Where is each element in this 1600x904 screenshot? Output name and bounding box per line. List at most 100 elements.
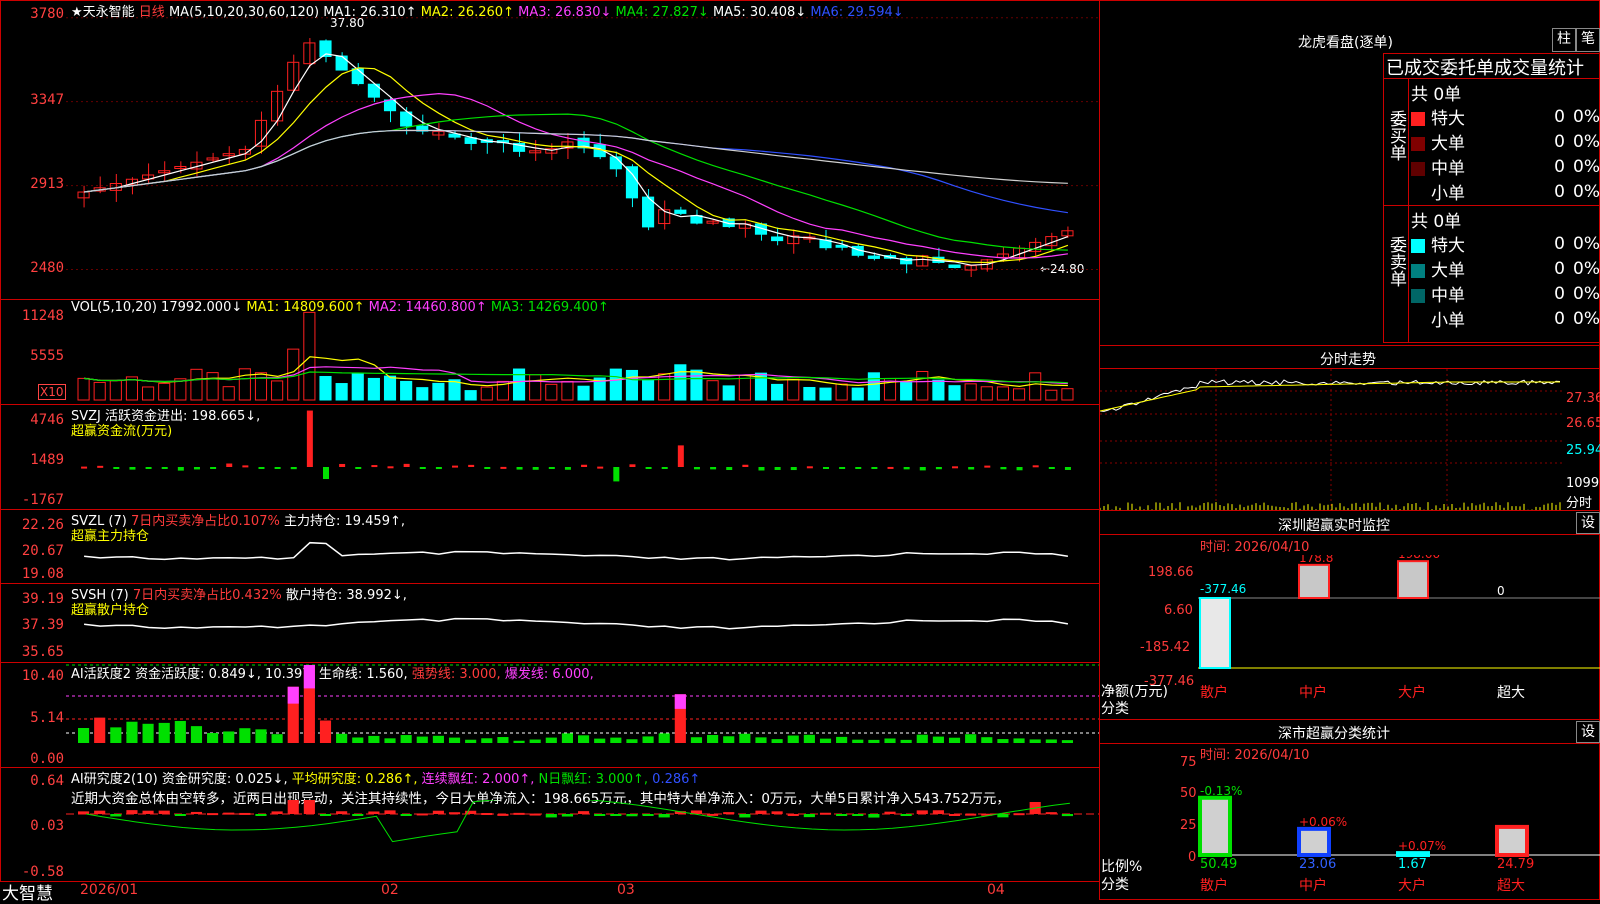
sz-monitor-chart[interactable]: -377.46 散户 178.8 中户 198.66 大户 0 超大 bbox=[1198, 555, 1600, 718]
sz-class-title: 深市超赢分类统计 bbox=[1278, 726, 1390, 742]
flow-bar bbox=[855, 467, 862, 469]
flow-bar bbox=[306, 410, 313, 467]
activity-bar bbox=[94, 717, 106, 743]
flow-bar bbox=[935, 467, 942, 470]
candle bbox=[771, 236, 784, 242]
volume-bar bbox=[545, 383, 558, 401]
research-bar bbox=[658, 814, 670, 818]
candle bbox=[674, 209, 687, 214]
flow-bar bbox=[484, 467, 491, 469]
research-bar bbox=[803, 814, 815, 818]
kline-chart[interactable] bbox=[66, 0, 1100, 300]
date-2: 03 bbox=[617, 882, 635, 898]
activity-bar bbox=[319, 720, 332, 743]
order-pct: 0% bbox=[1573, 181, 1600, 202]
sz-class-chart[interactable]: 50.49 -0.13% 散户 23.06 +0.06% 中户 1.67 +0.07% 大户 24… bbox=[1198, 762, 1600, 900]
average-line bbox=[1100, 381, 1560, 412]
order-name: 大单 bbox=[1431, 261, 1465, 281]
candle bbox=[948, 264, 961, 268]
flow-bar bbox=[984, 465, 991, 468]
flow-bar bbox=[952, 466, 959, 469]
ai-activity-chart[interactable] bbox=[66, 663, 1100, 768]
volume-bar bbox=[625, 369, 639, 401]
flow-bar bbox=[661, 467, 668, 469]
activity-bar bbox=[545, 737, 557, 743]
ai-research-info: AI研究度2(10) 资金研究度: 0.025↓, 平均研究度: 0.286↑,… bbox=[71, 768, 700, 787]
flow-bar bbox=[97, 465, 104, 468]
tick-view-button[interactable]: 笔 bbox=[1576, 28, 1600, 52]
intraday-axis-2: 25.94 bbox=[1566, 443, 1600, 458]
activity-bar bbox=[642, 736, 654, 743]
research-line bbox=[86, 800, 1070, 843]
flow-bar bbox=[274, 467, 281, 469]
volume-chart[interactable] bbox=[66, 300, 1100, 405]
research-bar bbox=[271, 811, 283, 814]
order-color-icon bbox=[1411, 112, 1425, 126]
volume-bar bbox=[980, 386, 993, 401]
candle bbox=[609, 156, 622, 170]
volume-bar bbox=[835, 383, 848, 401]
research-bar bbox=[142, 810, 154, 814]
volume-bar bbox=[416, 387, 429, 401]
volume-bar bbox=[93, 381, 106, 401]
volume-bar bbox=[738, 374, 751, 401]
svzj-chart[interactable] bbox=[66, 405, 1100, 510]
research-bar bbox=[771, 811, 783, 814]
flow-bar bbox=[81, 466, 88, 469]
research-bar bbox=[255, 814, 267, 816]
activity-bar bbox=[578, 735, 590, 743]
svsh-chart[interactable] bbox=[66, 584, 1100, 663]
volume-bar bbox=[367, 377, 380, 401]
sz-monitor-settings-button[interactable]: 设 bbox=[1576, 512, 1600, 534]
order-name: 特大 bbox=[1431, 109, 1465, 129]
volume-bar bbox=[690, 369, 703, 401]
bar-view-button[interactable]: 柱 bbox=[1552, 28, 1576, 52]
flow-bar bbox=[193, 467, 200, 470]
monitor-value: 198.66 bbox=[1398, 555, 1440, 561]
svzj-axis-2: -1767 bbox=[21, 492, 64, 508]
research-bar bbox=[529, 813, 541, 816]
volume-bar bbox=[319, 375, 332, 401]
activity-bar bbox=[384, 738, 396, 743]
sz-class-settings-button[interactable]: 设 bbox=[1576, 721, 1600, 743]
class-change: +0.07% bbox=[1398, 839, 1446, 853]
volume-bar bbox=[722, 385, 735, 401]
order-row: 小单 0 0% bbox=[1411, 179, 1600, 204]
research-bar bbox=[432, 810, 444, 814]
activity-bar bbox=[448, 737, 461, 743]
order-pct: 0% bbox=[1573, 131, 1600, 152]
monitor-category: 散户 bbox=[1200, 684, 1228, 701]
research-bar bbox=[158, 810, 170, 814]
flow-bar bbox=[774, 467, 781, 470]
date-axis bbox=[0, 881, 1100, 900]
activity-bar bbox=[126, 721, 138, 743]
flow-bar bbox=[355, 467, 362, 469]
activity-bar bbox=[771, 739, 783, 743]
flow-bar bbox=[452, 465, 459, 468]
flow-bar bbox=[113, 467, 120, 469]
research-bar bbox=[594, 814, 606, 816]
ai-research-chart[interactable] bbox=[66, 800, 1100, 882]
order-name: 小单 bbox=[1431, 184, 1465, 204]
research-bar bbox=[852, 814, 864, 816]
svzl-axis-1: 20.67 bbox=[21, 543, 64, 559]
ai2-b: 平均研究度: 0.286↑, bbox=[291, 772, 418, 787]
flow-bar bbox=[597, 466, 604, 469]
research-bar bbox=[239, 812, 251, 815]
szm-xlabel: 分类 bbox=[1101, 701, 1129, 717]
svzl-chart[interactable] bbox=[66, 510, 1100, 584]
szc-axis-2: 25 bbox=[1180, 818, 1197, 833]
volume-bar bbox=[77, 377, 90, 401]
monitor-value: 178.8 bbox=[1299, 555, 1333, 565]
order-count: 0 bbox=[1554, 181, 1565, 202]
class-value: 24.79 bbox=[1497, 857, 1534, 872]
activity-bar bbox=[110, 727, 122, 743]
activity-bar bbox=[594, 738, 606, 743]
class-change: -0.13% bbox=[1200, 784, 1242, 798]
flow-bar bbox=[435, 467, 442, 470]
flow-bar bbox=[645, 467, 652, 469]
intraday-chart[interactable] bbox=[1100, 369, 1564, 510]
volume-bar bbox=[948, 385, 961, 401]
research-bar bbox=[78, 811, 90, 814]
class-value: 50.49 bbox=[1200, 857, 1237, 872]
